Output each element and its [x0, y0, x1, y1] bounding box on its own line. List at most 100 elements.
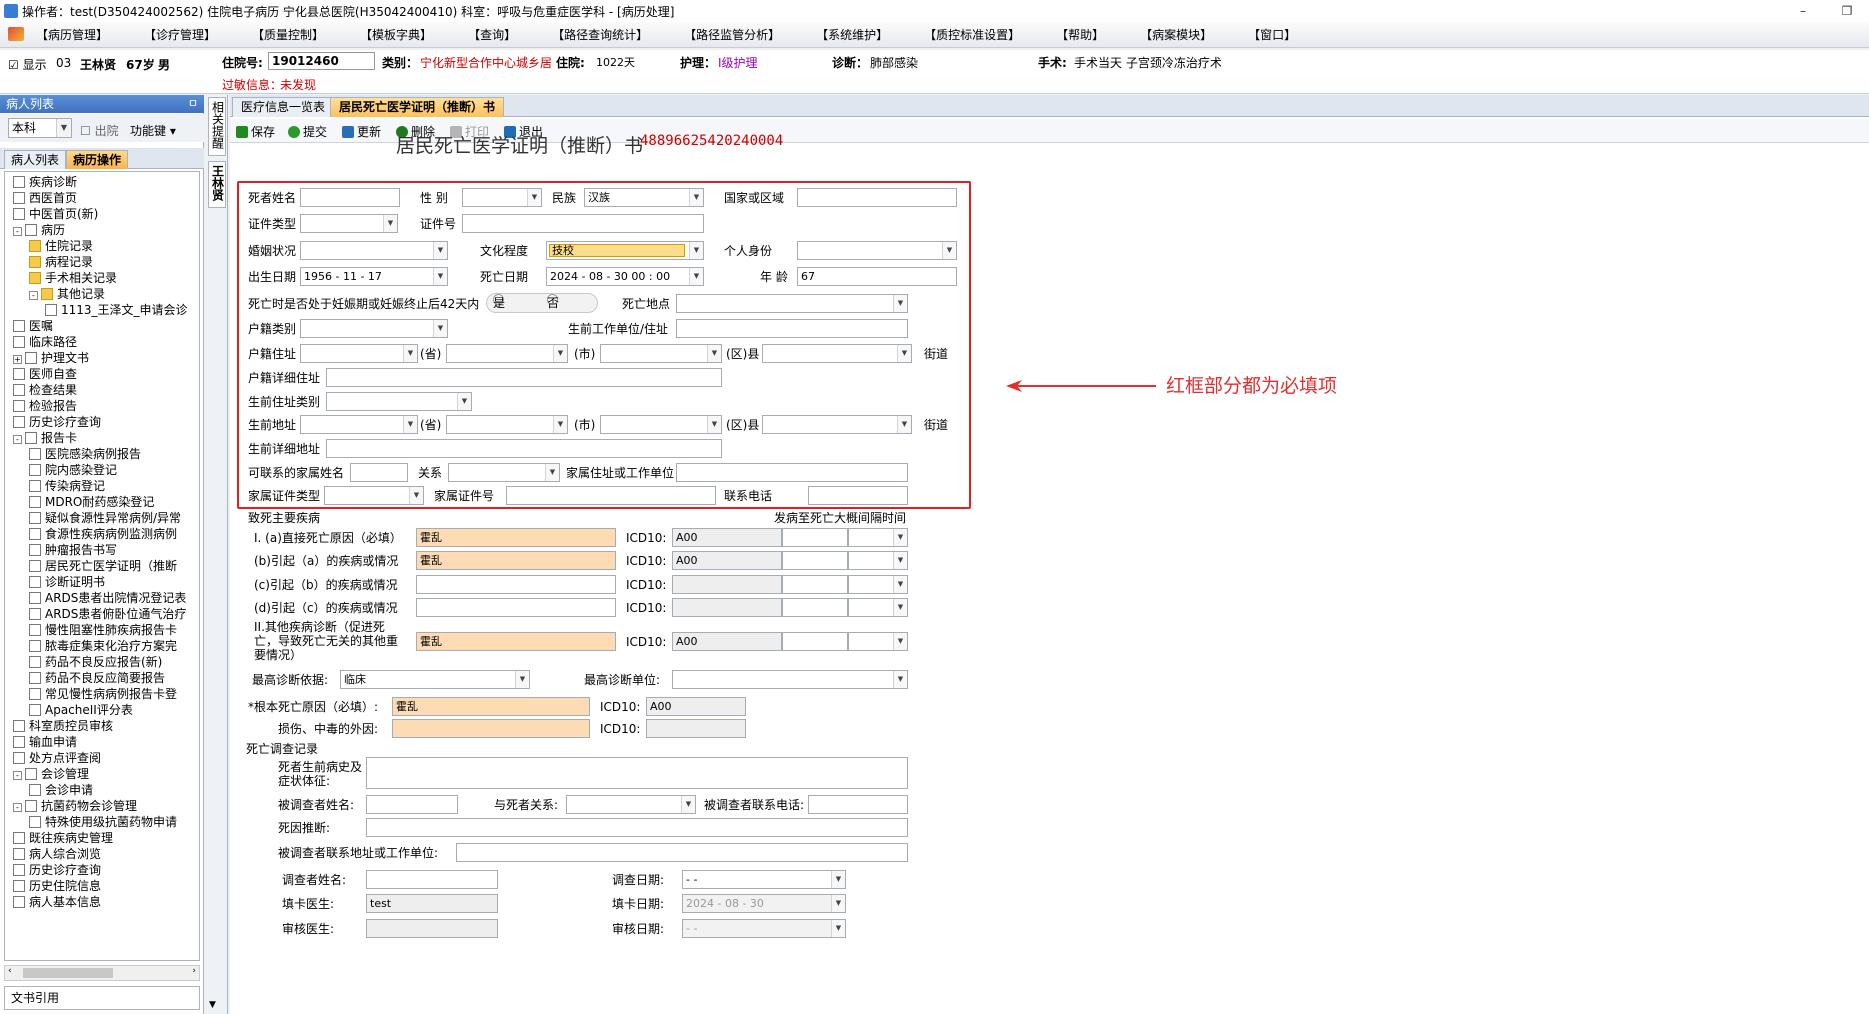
collapse-icon[interactable]: -	[29, 291, 38, 300]
household-type-select[interactable]: ▼	[300, 319, 448, 338]
highest-basis-select[interactable]: 临床 ▼	[340, 670, 530, 689]
contact-name-input[interactable]	[350, 463, 408, 482]
filler-input[interactable]: test	[366, 894, 498, 913]
cause-c-unit-select[interactable]: ▼	[848, 575, 908, 594]
collapse-icon[interactable]: -	[13, 771, 22, 780]
highest-unit-select[interactable]: ▼	[672, 670, 908, 689]
interviewee-input[interactable]	[366, 795, 458, 814]
root-cause-icd[interactable]: A00	[646, 697, 746, 716]
cause-b-input[interactable]: 霍乱	[416, 551, 616, 570]
residence-county-select[interactable]: ▼	[600, 415, 722, 434]
tree-item[interactable]: 药品不良反应报告(新)	[29, 654, 162, 670]
tree-item[interactable]: 医嘱	[13, 318, 53, 334]
marital-select[interactable]: ▼	[300, 241, 448, 260]
tree-item[interactable]: 医院感染病例报告	[29, 446, 141, 462]
id-no-input[interactable]	[462, 214, 704, 233]
review-date-picker[interactable]: - - ▼	[682, 919, 846, 938]
residence-street-select[interactable]: ▼	[762, 415, 912, 434]
cause-b-interval[interactable]	[782, 551, 848, 570]
household-detail-input[interactable]	[326, 368, 722, 387]
scroll-right-icon[interactable]: ›	[192, 966, 196, 976]
show-checkbox[interactable]: ☑ 显示	[8, 56, 47, 73]
tree-item[interactable]: 慢性阻塞性肺疾病报告卡	[29, 622, 177, 638]
cause-other-input[interactable]: 霍乱	[416, 632, 616, 651]
household-street-select[interactable]: ▼	[762, 344, 912, 363]
doc-reference-footer[interactable]: 文书引用	[4, 986, 200, 1010]
tree-item[interactable]: 历史住院信息	[13, 878, 101, 894]
cause-a-input[interactable]: 霍乱	[416, 528, 616, 547]
age-input[interactable]: 67	[797, 267, 957, 286]
residence-province-select[interactable]: ▼	[300, 415, 418, 434]
cause-a-unit-select[interactable]: ▼	[848, 528, 908, 547]
family-id-no-input[interactable]	[506, 486, 716, 505]
tab-patient-list[interactable]: 病人列表	[4, 150, 67, 169]
relation-select[interactable]: ▼	[448, 463, 560, 482]
tree-item[interactable]: 肿瘤报告书写	[29, 542, 117, 558]
root-cause-input[interactable]: 霍乱	[392, 697, 590, 716]
death-place-select[interactable]: ▼	[676, 294, 908, 313]
ethnicity-select[interactable]: 汉族 ▼	[584, 188, 704, 207]
history-textarea[interactable]	[366, 757, 908, 789]
interviewee-relation-select[interactable]: ▼	[566, 795, 696, 814]
tree-item[interactable]: 住院记录	[29, 238, 93, 254]
deceased-name-input[interactable]	[300, 188, 400, 207]
tree-item[interactable]: 检验报告	[13, 398, 77, 414]
fill-date-picker[interactable]: 2024 - 08 - 30 ▼	[682, 894, 846, 913]
country-input[interactable]	[797, 188, 957, 207]
household-province-select[interactable]: ▼	[300, 344, 418, 363]
tree-hscrollbar[interactable]: ‹ ›	[4, 965, 200, 981]
household-county-select[interactable]: ▼	[600, 344, 722, 363]
func-key-button[interactable]: 功能键 ▾	[130, 122, 176, 139]
tree-item[interactable]: 疾病诊断	[13, 174, 77, 190]
cause-d-interval[interactable]	[782, 598, 848, 617]
external-cause-icd[interactable]	[646, 719, 746, 738]
cause-a-interval[interactable]	[782, 528, 848, 547]
vtab-patient[interactable]: 王林贤	[208, 161, 226, 208]
tree-item[interactable]: 脓毒症集束化治疗方案完	[29, 638, 177, 654]
tree-item[interactable]: ARDS患者俯卧位通气治疗	[29, 606, 186, 622]
tree-item[interactable]: 病程记录	[29, 254, 93, 270]
cause-b-unit-select[interactable]: ▼	[848, 551, 908, 570]
birth-date-picker[interactable]: 1956 - 11 - 17 ▼	[300, 267, 448, 286]
tree-item[interactable]: - 会诊管理	[13, 766, 89, 782]
identity-select[interactable]: ▼	[797, 241, 957, 260]
investigation-date-picker[interactable]: - - ▼	[682, 870, 846, 889]
death-date-picker[interactable]: 2024 - 08 - 30 00 : 00 ▼	[546, 267, 704, 286]
phone-input[interactable]	[808, 486, 908, 505]
cause-d-unit-select[interactable]: ▼	[848, 598, 908, 617]
tree-item[interactable]: 临床路径	[13, 334, 77, 350]
cause-other-icd[interactable]: A00	[672, 632, 782, 651]
collapse-icon[interactable]: -	[13, 227, 22, 236]
tree-item[interactable]: 药品不良反应简要报告	[29, 670, 165, 686]
interviewee-phone-input[interactable]	[808, 795, 908, 814]
vtab-reminders[interactable]: 相关提醒	[208, 97, 226, 156]
scroll-thumb[interactable]	[23, 968, 113, 978]
tree-item[interactable]: 特殊使用级抗菌药物申请	[29, 814, 177, 830]
expand-icon[interactable]: +	[13, 355, 22, 364]
tree-item[interactable]: 输血申请	[13, 734, 77, 750]
app-menu-icon[interactable]	[8, 27, 24, 41]
tree-item[interactable]: 历史诊疗查询	[13, 414, 101, 430]
tree-item[interactable]: 病人基本信息	[13, 894, 101, 910]
investigator-input[interactable]	[366, 870, 498, 889]
tree-item[interactable]: 传染病登记	[29, 478, 105, 494]
tree-item[interactable]: 食源性疾病病例监测病例	[29, 526, 177, 542]
tree-item[interactable]: - 抗菌药物会诊管理	[13, 798, 137, 814]
tree-item[interactable]: 医师自查	[13, 366, 77, 382]
cause-d-input[interactable]	[416, 598, 616, 617]
tree-item[interactable]: 会诊申请	[29, 782, 93, 798]
tree-item[interactable]: 居民死亡医学证明（推断	[29, 558, 177, 574]
discharge-checkbox[interactable]: ☐ 出院	[80, 122, 119, 139]
work-unit-input[interactable]	[676, 319, 908, 338]
tree-item[interactable]: 疑似食源性异常病例/异常	[29, 510, 181, 526]
cause-c-interval[interactable]	[782, 575, 848, 594]
tree-item[interactable]: 科室质控员审核	[13, 718, 113, 734]
tree-item[interactable]: 历史诊疗查询	[13, 862, 101, 878]
tab-record-operations[interactable]: 病历操作	[66, 150, 129, 169]
cause-other-unit-select[interactable]: ▼	[848, 632, 908, 651]
tree-item[interactable]: 诊断证明书	[29, 574, 105, 590]
cause-c-icd[interactable]	[672, 575, 782, 594]
tree-item[interactable]: 手术相关记录	[29, 270, 117, 286]
pin-icon[interactable]: ㅁ	[188, 95, 198, 113]
residence-detail-input[interactable]	[326, 439, 722, 458]
